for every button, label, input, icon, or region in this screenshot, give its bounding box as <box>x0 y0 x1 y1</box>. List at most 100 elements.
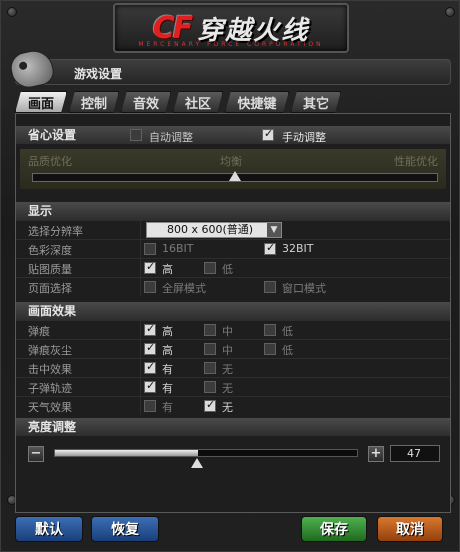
brightness-control: − + 47 <box>16 436 450 472</box>
windowed-label: 窗口模式 <box>282 282 326 295</box>
title-bar: 游戏设置 <box>15 59 451 85</box>
window-title: 游戏设置 <box>74 67 123 81</box>
bullet-dust-mid-label: 中 <box>222 344 233 357</box>
page-mode-row: 页面选择 全屏模式 窗口模式 <box>16 277 450 296</box>
tab-other[interactable]: 其它 <box>291 91 341 113</box>
brightness-slider-track[interactable] <box>54 449 358 457</box>
settings-window: CF 穿越火线 MERCENARY FORCE CORPORATION 游戏设置… <box>0 0 460 552</box>
hit-effect-on-checkbox[interactable] <box>144 360 156 374</box>
weather-off-label: 无 <box>222 401 233 414</box>
effects-header: 画面效果 <box>16 302 450 320</box>
chevron-down-icon[interactable]: ▼ <box>267 223 281 237</box>
bullet-dust-row: 弹痕灰尘 高 中 低 <box>16 339 450 358</box>
resolution-value: 800 x 600(普通) <box>167 223 254 236</box>
auto-adjust-label: 自动调整 <box>149 131 193 144</box>
bullet-dust-high-checkbox[interactable] <box>144 341 156 355</box>
bullet-hole-label: 弹痕 <box>28 325 50 338</box>
texture-label: 贴图质量 <box>28 263 72 276</box>
trail-row: 子弹轨迹 有 无 <box>16 377 450 396</box>
row-divider <box>140 340 141 358</box>
bullet-dust-label: 弹痕灰尘 <box>28 344 72 357</box>
tab-bar: 画面 控制 音效 社区 快捷键 其它 <box>15 91 343 113</box>
weather-off-checkbox[interactable] <box>204 398 216 412</box>
row-divider <box>140 240 141 258</box>
brightness-minus-button[interactable]: − <box>28 446 44 462</box>
default-button[interactable]: 默认 <box>15 516 83 542</box>
bullet-hole-row: 弹痕 高 中 低 <box>16 320 450 339</box>
trail-off-checkbox[interactable] <box>204 381 216 393</box>
trail-on-checkbox[interactable] <box>144 379 156 393</box>
quality-slider-thumb[interactable] <box>229 171 241 181</box>
brightness-plus-button[interactable]: + <box>368 446 384 462</box>
effects-header-label: 画面效果 <box>28 304 77 318</box>
auto-adjust-checkbox[interactable] <box>130 129 142 141</box>
hit-effect-label: 击中效果 <box>28 363 72 376</box>
economy-header-label: 省心设置 <box>28 128 77 142</box>
depth-32bit-checkbox[interactable] <box>264 241 276 255</box>
trail-label: 子弹轨迹 <box>28 382 72 395</box>
quality-right-label: 性能优化 <box>394 155 438 168</box>
weather-row: 天气效果 有 无 <box>16 396 450 415</box>
windowed-checkbox[interactable] <box>264 281 276 293</box>
bullet-dust-low-label: 低 <box>282 344 293 357</box>
hit-effect-row: 击中效果 有 无 <box>16 358 450 377</box>
save-button[interactable]: 保存 <box>301 516 367 542</box>
resolution-label: 选择分辨率 <box>28 225 83 238</box>
hit-effect-off-label: 无 <box>222 363 233 376</box>
row-divider <box>140 278 141 296</box>
tab-hotkeys[interactable]: 快捷键 <box>225 91 289 113</box>
trail-off-label: 无 <box>222 382 233 395</box>
manual-adjust-label: 手动调整 <box>282 131 326 144</box>
bullet-hole-high-checkbox[interactable] <box>144 322 156 336</box>
color-depth-row: 色彩深度 16BIT 32BIT <box>16 239 450 258</box>
bullet-dust-high-label: 高 <box>162 344 173 357</box>
depth-32bit-label: 32BIT <box>282 242 314 255</box>
restore-button[interactable]: 恢复 <box>91 516 159 542</box>
depth-16bit-checkbox[interactable] <box>144 243 156 255</box>
texture-high-checkbox[interactable] <box>144 260 156 274</box>
bolt-icon <box>445 7 455 17</box>
texture-high-label: 高 <box>162 263 173 276</box>
bullet-hole-low-checkbox[interactable] <box>264 324 276 336</box>
brightness-value: 47 <box>390 445 440 462</box>
hit-effect-off-checkbox[interactable] <box>204 362 216 374</box>
row-divider <box>140 397 141 415</box>
page-mode-label: 页面选择 <box>28 282 72 295</box>
bullet-dust-low-checkbox[interactable] <box>264 343 276 355</box>
game-logo: CF 穿越火线 MERCENARY FORCE CORPORATION <box>113 3 349 53</box>
brightness-header: 亮度调整 <box>16 418 450 436</box>
depth-16bit-label: 16BIT <box>162 242 194 255</box>
manual-adjust-checkbox[interactable] <box>262 127 274 141</box>
tab-controls[interactable]: 控制 <box>69 91 119 113</box>
brightness-slider-thumb[interactable] <box>190 458 203 468</box>
tab-sound[interactable]: 音效 <box>121 91 171 113</box>
bullet-hole-mid-checkbox[interactable] <box>204 324 216 336</box>
display-header: 显示 <box>16 202 450 220</box>
bolt-icon <box>7 7 17 17</box>
weather-on-label: 有 <box>162 401 173 414</box>
tab-graphics[interactable]: 画面 <box>15 91 67 113</box>
weather-on-checkbox[interactable] <box>144 400 156 412</box>
trail-on-label: 有 <box>162 382 173 395</box>
quality-mid-label: 均衡 <box>220 155 242 168</box>
cancel-button[interactable]: 取消 <box>377 516 443 542</box>
resolution-row: 选择分辨率 800 x 600(普通) ▼ <box>16 220 450 239</box>
texture-low-label: 低 <box>222 263 233 276</box>
bullet-hole-mid-label: 中 <box>222 325 233 338</box>
bullet-hole-low-label: 低 <box>282 325 293 338</box>
texture-low-checkbox[interactable] <box>204 262 216 274</box>
brightness-slider-fill <box>55 450 198 456</box>
graphics-panel: 省心设置 自动调整 手动调整 品质优化 均衡 性能优化 显示 选择分辨率 800… <box>15 113 451 513</box>
texture-row: 贴图质量 高 低 <box>16 258 450 277</box>
resolution-select[interactable]: 800 x 600(普通) ▼ <box>146 222 282 238</box>
hit-effect-on-label: 有 <box>162 363 173 376</box>
tab-community[interactable]: 社区 <box>173 91 223 113</box>
bullet-dust-mid-checkbox[interactable] <box>204 343 216 355</box>
row-divider <box>140 221 141 239</box>
fullscreen-checkbox[interactable] <box>144 281 156 293</box>
weather-label: 天气效果 <box>28 401 72 414</box>
quality-slider-band: 品质优化 均衡 性能优化 <box>20 149 446 189</box>
row-divider <box>140 359 141 377</box>
color-depth-label: 色彩深度 <box>28 244 72 257</box>
row-divider <box>140 321 141 339</box>
